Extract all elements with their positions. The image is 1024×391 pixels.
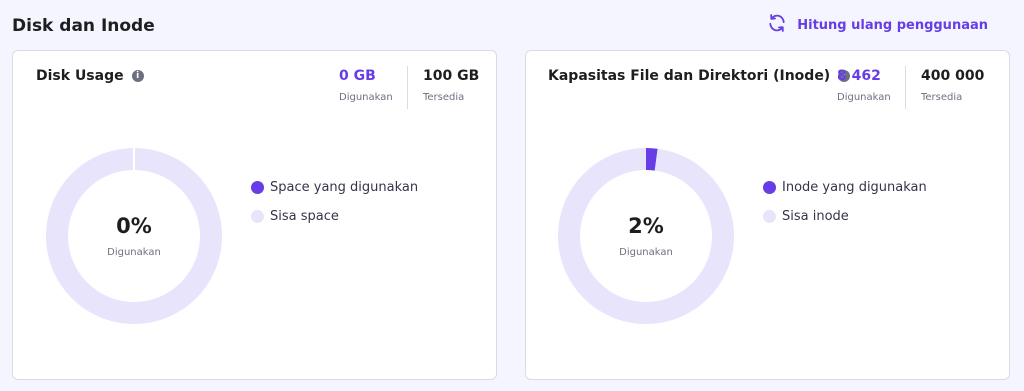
disk-used-label: Digunakan: [339, 92, 393, 103]
legend-dot-remaining: [251, 210, 264, 223]
legend-item-remaining: Sisa space: [251, 209, 418, 224]
legend-dot-used: [763, 181, 776, 194]
inode-percent-label: Digunakan: [619, 247, 673, 258]
recalculate-usage-label: Hitung ulang penggunaan: [797, 17, 988, 33]
legend-dot-remaining: [763, 210, 776, 223]
disk-percent-label: Digunakan: [107, 247, 161, 258]
disk-usage-title-row: Disk Usage i: [36, 68, 144, 84]
disk-legend: Space yang digunakan Sisa space: [251, 180, 418, 238]
inode-percent: 2%: [628, 214, 664, 238]
disk-available-label: Tersedia: [423, 92, 465, 103]
inode-available-label: Tersedia: [921, 92, 963, 103]
recalculate-usage-button[interactable]: Hitung ulang penggunaan: [767, 13, 988, 37]
disk-percent: 0%: [116, 214, 152, 238]
legend-item-remaining: Sisa inode: [763, 209, 927, 224]
inode-available-value: 400 000: [921, 68, 985, 84]
disk-usage-card: Disk Usage i 0 GB Digunakan 100 GB Terse…: [12, 50, 497, 380]
legend-label-remaining: Sisa space: [270, 209, 339, 224]
disk-available-value: 100 GB: [423, 68, 480, 84]
disk-used-stat: 0 GB Digunakan: [339, 68, 393, 103]
inode-available-stat: 400 000 Tersedia: [921, 68, 984, 103]
legend-label-remaining: Sisa inode: [782, 209, 849, 224]
disk-used-value: 0 GB: [339, 68, 376, 84]
legend-label-used: Space yang digunakan: [270, 180, 419, 195]
stat-divider: [905, 66, 906, 109]
inode-used-label: Digunakan: [837, 92, 891, 103]
stat-divider: [407, 66, 408, 109]
inode-usage-donut: 2% Digunakan: [558, 148, 734, 324]
info-icon[interactable]: i: [131, 70, 144, 82]
legend-dot-used: [251, 181, 264, 194]
inode-title-row: Kapasitas File dan Direktori (Inode) i: [548, 68, 851, 84]
inode-legend: Inode yang digunakan Sisa inode: [763, 180, 927, 238]
legend-item-used: Space yang digunakan: [251, 180, 418, 195]
legend-item-used: Inode yang digunakan: [763, 180, 927, 195]
inode-used-value: 8 462: [837, 68, 881, 84]
disk-available-stat: 100 GB Tersedia: [423, 68, 479, 103]
refresh-icon: [767, 13, 787, 37]
legend-label-used: Inode yang digunakan: [782, 180, 927, 195]
disk-usage-donut: 0% Digunakan: [46, 148, 222, 324]
disk-usage-title: Disk Usage: [36, 68, 124, 84]
inode-title: Kapasitas File dan Direktori (Inode): [548, 68, 831, 84]
section-title: Disk dan Inode: [12, 16, 155, 36]
inode-card: Kapasitas File dan Direktori (Inode) i 8…: [525, 50, 1010, 380]
inode-used-stat: 8 462 Digunakan: [837, 68, 891, 103]
